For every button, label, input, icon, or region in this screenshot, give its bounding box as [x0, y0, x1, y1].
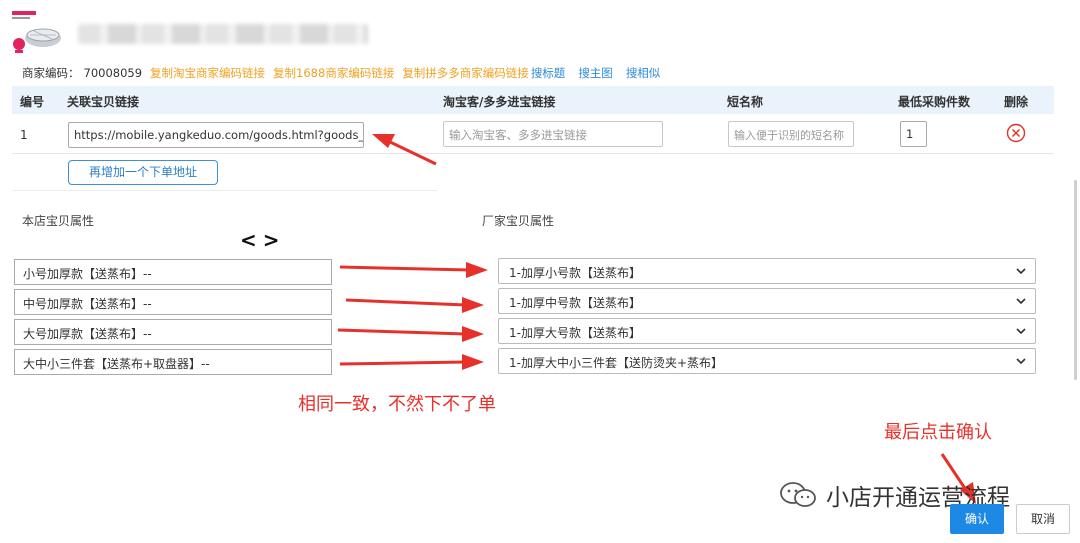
page: 商家编码： 70008059 复制淘宝商家编码链接 复制1688商家编码链接 复… [0, 0, 1080, 543]
prev-arrow-icon[interactable]: < [240, 228, 263, 252]
search-title-link[interactable]: 搜标题 [531, 65, 566, 81]
chevron-down-icon [1016, 358, 1026, 365]
copy-taobao-link[interactable]: 复制淘宝商家编码链接 [150, 65, 265, 81]
selected-value: 1-加厚大中小三件套【送防烫夹+蒸布】 [509, 356, 724, 370]
red-arrow-head [466, 262, 488, 278]
sku-row: 商家编码： 70008059 复制淘宝商家编码链接 复制1688商家编码链接 复… [22, 65, 673, 81]
wechat-icon [780, 482, 816, 507]
store-attribute-set: 大中小三件套【送蒸布+取盘器】-- [14, 349, 332, 375]
add-order-address-button[interactable]: 再增加一个下单地址 [68, 160, 218, 185]
linked-item-url-input[interactable]: https://mobile.yangkeduo.com/goods.html?… [68, 122, 364, 148]
annotation-same-note: 相同一致，不然下不了单 [298, 394, 496, 415]
selected-value: 1-加厚中号款【送蒸布】 [509, 296, 641, 310]
divider [12, 190, 437, 191]
search-similar-link[interactable]: 搜相似 [626, 65, 661, 81]
factory-attribute-select-set[interactable]: 1-加厚大中小三件套【送防烫夹+蒸布】 [498, 348, 1036, 374]
selected-value: 1-加厚大号款【送蒸布】 [509, 326, 641, 340]
annotation-confirm-note: 最后点击确认 [884, 422, 992, 443]
product-thumbnail [10, 10, 64, 54]
confirm-button[interactable]: 确认 [950, 504, 1004, 534]
red-arrow-head [462, 297, 484, 313]
store-attributes-label: 本店宝贝属性 [22, 214, 95, 228]
scrollbar[interactable] [1074, 180, 1077, 380]
col-taobaoke-header: 淘宝客/多多进宝链接 [443, 95, 556, 109]
factory-attribute-select-medium[interactable]: 1-加厚中号款【送蒸布】 [498, 288, 1036, 314]
next-arrow-icon[interactable]: > [263, 228, 286, 252]
store-attribute-small: 小号加厚款【送蒸布】-- [14, 259, 332, 285]
copy-1688-link[interactable]: 复制1688商家编码链接 [273, 65, 394, 81]
taobaoke-link-input[interactable]: 输入淘宝客、多多进宝链接 [443, 121, 663, 147]
sku-label: 商家编码： [22, 66, 80, 80]
short-name-input[interactable]: 输入便于识别的短名称 [728, 121, 854, 147]
copy-pdd-link[interactable]: 复制拼多多商家编码链接 [402, 65, 529, 81]
red-arrow [337, 328, 467, 336]
sku-value: 70008059 [83, 66, 143, 80]
table-header: 编号 关联宝贝链接 淘宝客/多多进宝链接 短名称 最低采购件数 删除 [12, 86, 1054, 114]
close-circle-icon[interactable] [1006, 123, 1026, 143]
store-attribute-medium: 中号加厚款【送蒸布】-- [14, 289, 332, 315]
col-min-qty-header: 最低采购件数 [898, 95, 971, 109]
col-num-header: 编号 [20, 95, 45, 109]
chevron-down-icon [1016, 298, 1026, 305]
col-delete-header: 删除 [1004, 95, 1029, 109]
col-short-name-header: 短名称 [727, 95, 764, 109]
factory-attribute-select-large[interactable]: 1-加厚大号款【送蒸布】 [498, 318, 1036, 344]
red-arrow [339, 265, 471, 272]
min-qty-input[interactable]: 1 [900, 121, 927, 147]
red-arrow-head [462, 354, 484, 370]
factory-attributes-label: 厂家宝贝属性 [482, 214, 555, 228]
red-arrow [345, 298, 467, 307]
table-row: 1 https://mobile.yangkeduo.com/goods.htm… [12, 114, 1054, 154]
chevron-down-icon [1016, 268, 1026, 275]
product-title-blurred [78, 24, 368, 44]
selected-value: 1-加厚小号款【送蒸布】 [509, 266, 641, 280]
search-main-image-link[interactable]: 搜主图 [578, 65, 613, 81]
red-arrow-head [462, 326, 484, 342]
attribute-nav: <> [240, 228, 286, 252]
factory-attribute-select-small[interactable]: 1-加厚小号款【送蒸布】 [498, 258, 1036, 284]
cancel-button[interactable]: 取消 [1016, 504, 1070, 534]
col-link-header: 关联宝贝链接 [67, 95, 140, 109]
red-arrow [339, 360, 467, 366]
row-number: 1 [20, 128, 28, 142]
store-attribute-large: 大号加厚款【送蒸布】-- [14, 319, 332, 345]
chevron-down-icon [1016, 328, 1026, 335]
